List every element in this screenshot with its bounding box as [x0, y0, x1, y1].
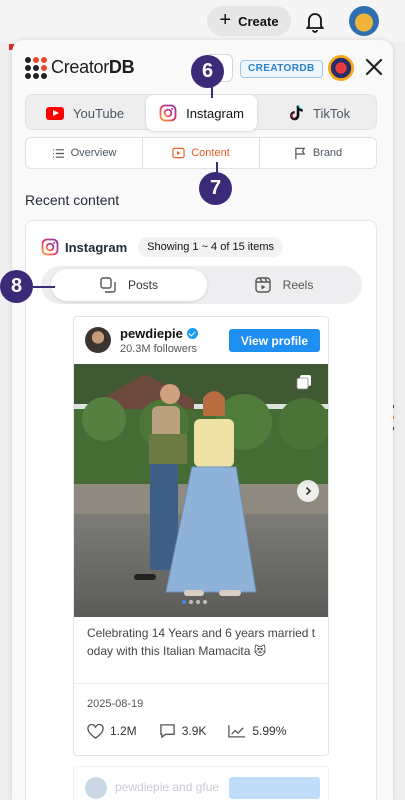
carousel-dot[interactable]: [182, 600, 186, 604]
tab-reels-label: Reels: [282, 278, 314, 292]
posts-icon: [100, 277, 116, 293]
divider: [74, 683, 328, 684]
comment-icon: [159, 724, 175, 739]
showing-badge: Showing 1 ~ 4 of 15 items: [138, 237, 284, 257]
post-avatar[interactable]: [85, 327, 111, 353]
post-card[interactable]: pewdiepie 20.3M followers View profile C…: [73, 316, 329, 756]
carousel-dot[interactable]: [196, 600, 200, 604]
create-label: Create: [238, 13, 279, 29]
tab-brand-label: Brand: [312, 147, 343, 159]
tab-posts[interactable]: Posts: [51, 269, 207, 301]
tab-tiktok-label: TikTok: [313, 105, 351, 121]
youtube-icon: [46, 106, 64, 120]
marker-8: 8: [0, 270, 33, 303]
post-date: 2025-08-19: [87, 698, 144, 710]
tab-content-label: Content: [191, 147, 230, 159]
carousel-dot[interactable]: [203, 600, 207, 604]
next-image-button[interactable]: [297, 480, 319, 502]
engagement-stat: 5.99%: [228, 723, 286, 739]
marker-7: 7: [199, 172, 232, 205]
creatordb-logo-icon: [25, 57, 47, 79]
likes-stat: 1.2M: [87, 723, 137, 739]
list-icon: [52, 148, 64, 158]
next-post-name: pewdiepie and gfue: [115, 780, 220, 794]
content-card: Instagram Showing 1 ~ 4 of 15 items Post…: [25, 220, 377, 800]
comments-value: 3.9K: [181, 724, 207, 738]
tab-posts-label: Posts: [127, 278, 158, 292]
brand-pill[interactable]: CREATORDB: [240, 60, 323, 78]
tab-content[interactable]: Content: [143, 138, 260, 168]
marker-6: 6: [191, 55, 224, 88]
post-caption: Celebrating 14 Years and 6 years married…: [87, 626, 316, 658]
play-square-icon: [172, 147, 185, 159]
top-bar: + Create: [0, 0, 405, 42]
engagement-value: 5.99%: [252, 724, 287, 738]
tiktok-icon: [290, 104, 303, 121]
view-profile-button[interactable]: View profile: [229, 329, 320, 352]
post-photo: [74, 364, 328, 617]
content-tabs: Overview Content Brand: [25, 137, 377, 169]
tab-youtube-label: YouTube: [73, 105, 125, 121]
verified-icon: [186, 328, 198, 339]
heart-icon: [87, 723, 104, 739]
post-type-tabs: Posts Reels: [41, 266, 362, 304]
carousel-dot[interactable]: [189, 600, 193, 604]
create-button[interactable]: + Create: [207, 6, 291, 36]
instagram-icon: [159, 104, 177, 122]
instagram-icon: [41, 238, 59, 256]
chevron-right-icon: [305, 486, 312, 496]
post-username[interactable]: pewdiepie: [120, 326, 198, 341]
carousel-icon: [296, 375, 311, 390]
view-profile-button[interactable]: [229, 777, 320, 799]
post-followers: 20.3M followers: [120, 343, 198, 355]
plus-icon: +: [219, 9, 232, 31]
post-stats: 1.2M 3.9K 5.99%: [87, 723, 308, 739]
tab-brand[interactable]: Brand: [260, 138, 376, 168]
card-platform-title: Instagram: [65, 239, 128, 255]
panel-avatar[interactable]: [328, 55, 354, 81]
carousel-dots: [182, 600, 207, 604]
post-image[interactable]: [74, 364, 328, 617]
card-header: Instagram Showing 1 ~ 4 of 15 items: [41, 237, 284, 257]
tab-youtube[interactable]: YouTube: [46, 95, 124, 131]
reels-icon: [254, 277, 271, 293]
likes-value: 1.2M: [110, 724, 137, 738]
tab-reels[interactable]: Reels: [211, 269, 357, 301]
platform-tabs: YouTube Instagram TikTok: [25, 94, 377, 131]
user-avatar[interactable]: [349, 6, 379, 36]
tab-overview[interactable]: Overview: [26, 138, 143, 168]
section-title: Recent content: [25, 192, 120, 208]
logo-text: CreatorDB: [51, 57, 135, 77]
flag-icon: [295, 147, 306, 159]
trend-icon: [228, 725, 246, 738]
tab-instagram-label: Instagram: [186, 105, 244, 121]
tab-instagram[interactable]: Instagram: [146, 95, 257, 131]
next-post-card[interactable]: pewdiepie and gfue: [73, 766, 329, 800]
marker-8-line: [33, 286, 55, 288]
close-icon[interactable]: [362, 55, 386, 79]
tab-tiktok[interactable]: TikTok: [288, 95, 350, 131]
tab-overview-label: Overview: [70, 147, 117, 159]
creatordb-panel: CreatorDB CREATORDB YouTube Instagram Ti…: [12, 40, 393, 800]
post-avatar: [85, 777, 107, 799]
bell-icon[interactable]: [303, 9, 327, 33]
comments-stat: 3.9K: [159, 723, 207, 739]
